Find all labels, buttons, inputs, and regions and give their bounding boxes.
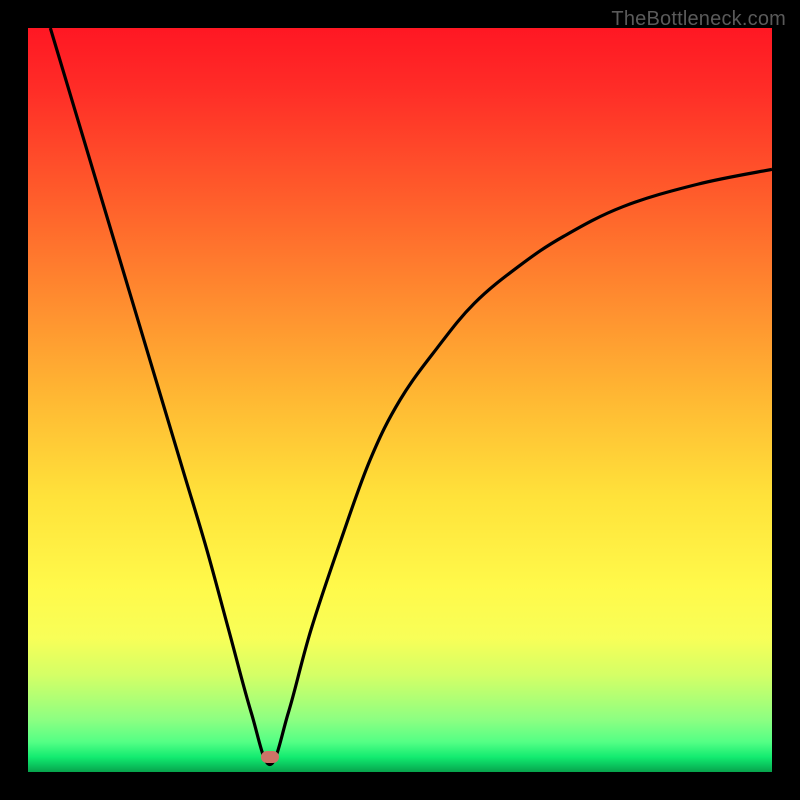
page-root: TheBottleneck.com	[0, 0, 800, 800]
optimum-marker	[261, 751, 279, 763]
curve-path	[50, 28, 772, 765]
bottleneck-curve	[28, 28, 772, 772]
chart-area	[28, 28, 772, 772]
watermark-text: TheBottleneck.com	[611, 8, 786, 31]
